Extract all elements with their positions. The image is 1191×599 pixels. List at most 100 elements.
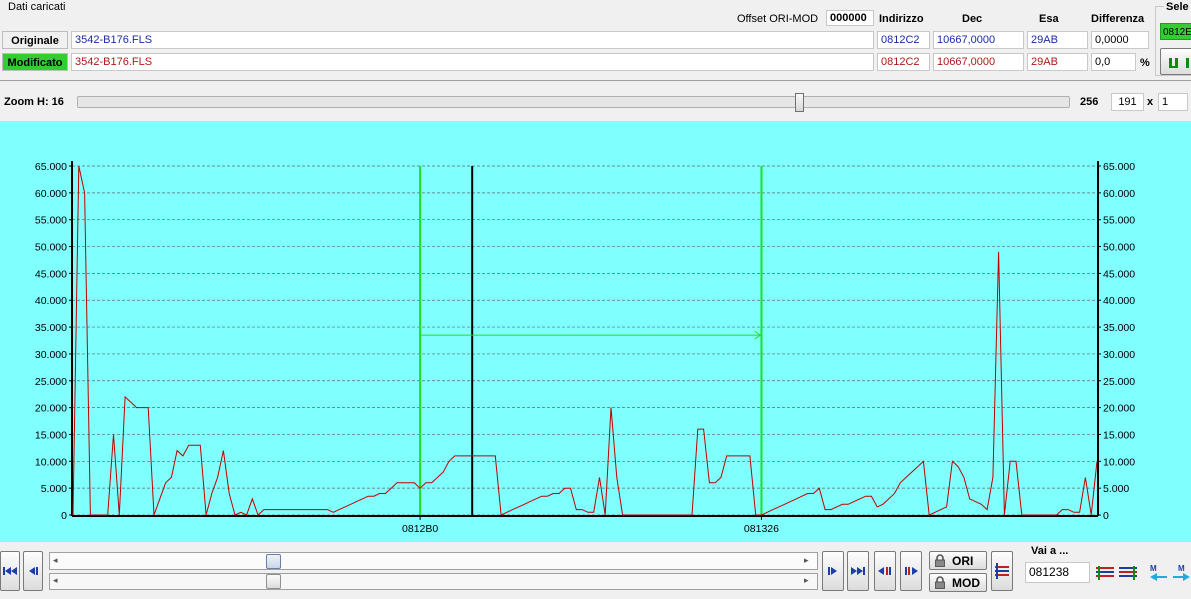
offset-field[interactable]: 000000: [826, 10, 874, 26]
modified-label[interactable]: Modificato: [2, 53, 68, 71]
mod-label: MOD: [952, 575, 980, 590]
y-tick-label-right: 60.000: [1103, 188, 1135, 200]
y-tick-label-right: 5.000: [1103, 483, 1129, 495]
next-button[interactable]: [822, 551, 844, 591]
header-address: Indirizzo: [879, 13, 924, 25]
y-tick-label-left: 0: [61, 510, 67, 522]
svg-text:M: M: [1178, 564, 1185, 573]
scroll2-left-arrow[interactable]: ◂: [53, 575, 58, 586]
first-button[interactable]: [0, 551, 20, 591]
y-tick-label-right: 65.000: [1103, 161, 1135, 173]
scroll-left-arrow[interactable]: ◂: [53, 555, 58, 566]
y-tick-label-left: 40.000: [35, 295, 67, 307]
y-tick-label-left: 55.000: [35, 215, 67, 227]
offset-label: Offset ORI-MOD: [737, 13, 819, 25]
modified-dec-field[interactable]: 10667,0000: [933, 53, 1024, 71]
y-tick-label-right: 35.000: [1103, 322, 1135, 334]
y-tick-label-right: 0: [1103, 510, 1109, 522]
last-button[interactable]: [847, 551, 869, 591]
modified-hex-field[interactable]: 29AB: [1027, 53, 1088, 71]
swap-view-button[interactable]: [991, 551, 1013, 591]
bar-icon: [1169, 57, 1189, 68]
secondary-scroll-thumb[interactable]: [266, 574, 282, 589]
y-tick-label-right: 50.000: [1103, 242, 1135, 254]
y-tick-label-left: 35.000: [35, 322, 67, 334]
compare-back-icon: [878, 567, 891, 575]
skip-last-icon: [851, 567, 865, 575]
goto-original-icon[interactable]: [1096, 566, 1114, 583]
y-tick-label-right: 55.000: [1103, 215, 1135, 227]
data-series-line: [72, 165, 1098, 516]
selection-field[interactable]: 0812E: [1160, 23, 1191, 40]
zoom-height-field[interactable]: 1: [1158, 93, 1188, 111]
diff-unit-label: %: [1140, 57, 1150, 69]
header-dec: Dec: [962, 13, 983, 25]
chart-area[interactable]: 65.000 65.000 60.000 60.000 55.000 55.000 50.0…: [0, 121, 1191, 542]
goto-field[interactable]: 081238: [1025, 562, 1090, 583]
swap-icon: [995, 563, 1009, 579]
modified-file-field[interactable]: 3542-B176.FLS: [71, 53, 874, 71]
y-tick-label-left: 45.000: [35, 268, 67, 280]
marker-left-icon[interactable]: M: [1150, 564, 1170, 585]
modified-address-field[interactable]: 0812C2: [877, 53, 930, 71]
group-divider: [0, 80, 1191, 81]
y-tick-label-right: 20.000: [1103, 403, 1135, 415]
zoom-slider-thumb[interactable]: [795, 93, 804, 112]
horizontal-scrollbar[interactable]: [49, 552, 818, 570]
original-hex-field[interactable]: 29AB: [1027, 31, 1088, 49]
svg-text:M: M: [1150, 564, 1157, 573]
y-tick-label-right: 25.000: [1103, 376, 1135, 388]
lock-icon: [935, 554, 945, 567]
ori-label: ORI: [952, 553, 974, 568]
y-tick-label-right: 15.000: [1103, 429, 1135, 441]
header-hex: Esa: [1039, 13, 1059, 25]
y-tick-label-right: 45.000: [1103, 268, 1135, 280]
y-tick-label-left: 65.000: [35, 161, 67, 173]
y-tick-label-left: 60.000: [35, 188, 67, 200]
compare-forward-icon: [905, 567, 918, 575]
y-tick-label-left: 5.000: [41, 483, 67, 495]
goto-label: Vai a ...: [1031, 545, 1069, 557]
y-tick-label-right: 10.000: [1103, 456, 1135, 468]
step-forward-icon: [828, 567, 837, 575]
step-back-icon: [29, 567, 38, 575]
zoom-slider-track[interactable]: [77, 96, 1070, 108]
original-file-field[interactable]: 3542-B176.FLS: [71, 31, 874, 49]
compare-prev-button[interactable]: [874, 551, 896, 591]
original-address-field[interactable]: 0812C2: [877, 31, 930, 49]
y-tick-label-left: 20.000: [35, 403, 67, 415]
y-tick-label-left: 30.000: [35, 349, 67, 361]
lock-icon: [935, 576, 945, 589]
scroll-right-arrow[interactable]: ▸: [804, 555, 809, 566]
loaded-data-group-title: Dati caricati: [8, 1, 66, 13]
original-label[interactable]: Originale: [2, 31, 68, 49]
y-tick-label-left: 15.000: [35, 429, 67, 441]
modified-diff-field[interactable]: 0,0: [1091, 53, 1136, 71]
selection-tool-button[interactable]: [1160, 48, 1191, 75]
scroll2-right-arrow[interactable]: ▸: [804, 575, 809, 586]
skip-first-icon: [3, 567, 17, 575]
x-tick-label: 081326: [744, 523, 779, 535]
zoom-label: Zoom H: 16: [4, 96, 64, 108]
zoom-times-label: x: [1147, 96, 1154, 108]
secondary-scrollbar[interactable]: [49, 573, 818, 590]
horizontal-scroll-thumb[interactable]: [266, 554, 282, 569]
prev-button[interactable]: [23, 551, 43, 591]
original-dec-field[interactable]: 10667,0000: [933, 31, 1024, 49]
y-tick-label-left: 50.000: [35, 242, 67, 254]
marker-right-icon[interactable]: M: [1173, 564, 1191, 585]
original-diff-field[interactable]: 0,0000: [1091, 31, 1149, 49]
ori-lock-button[interactable]: ORI: [929, 551, 987, 570]
zoom-width-field[interactable]: 191: [1111, 93, 1144, 111]
mod-lock-button[interactable]: MOD: [929, 573, 987, 592]
selection-group-title: Sele: [1164, 1, 1191, 13]
zoom-max-label: 256: [1080, 96, 1099, 108]
y-tick-label-left: 10.000: [35, 456, 67, 468]
header-diff: Differenza: [1091, 13, 1145, 25]
goto-modified-icon[interactable]: [1119, 566, 1137, 583]
data-chart[interactable]: 65.000 65.000 60.000 60.000 55.000 55.000 50.0…: [0, 121, 1191, 542]
y-tick-label-left: 25.000: [35, 376, 67, 388]
x-tick-label: 0812B0: [402, 523, 438, 535]
compare-next-button[interactable]: [900, 551, 922, 591]
y-tick-label-right: 30.000: [1103, 349, 1135, 361]
